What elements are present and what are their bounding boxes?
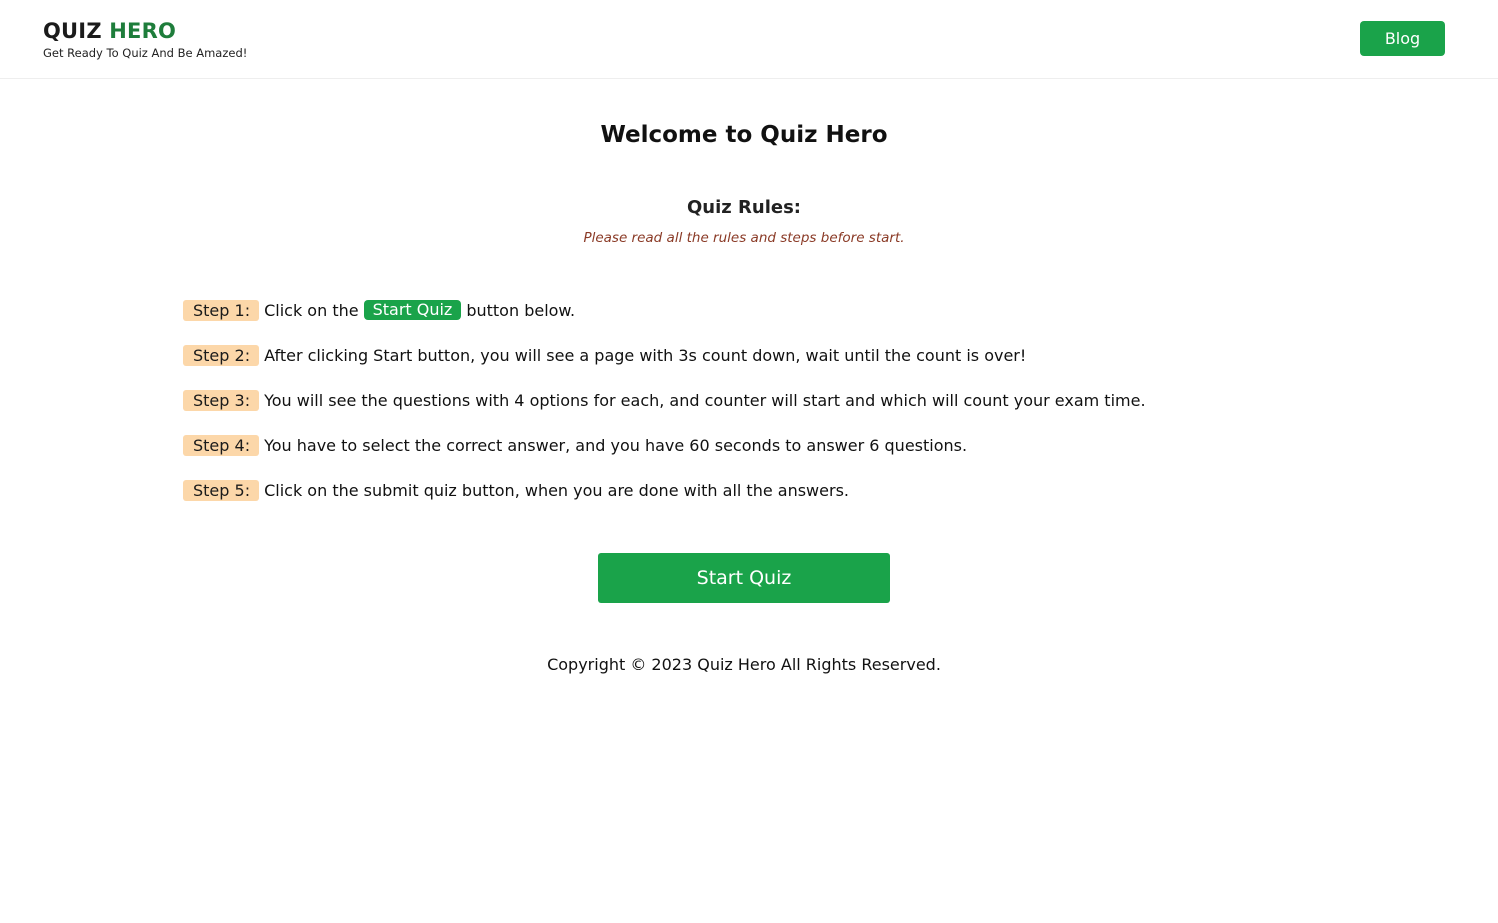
step-text: After clicking Start button, you will se… xyxy=(264,345,1027,365)
brand-tagline: Get Ready To Quiz And Be Amazed! xyxy=(43,46,248,60)
rules-title: Quiz Rules: xyxy=(687,197,801,218)
step-badge: Step 5: xyxy=(183,479,260,501)
step-badge: Step 2: xyxy=(183,344,260,366)
welcome-heading: Welcome to Quiz Hero xyxy=(600,122,888,148)
step-badge: Step 3: xyxy=(183,389,260,411)
step-text: button below. xyxy=(466,300,576,320)
step-text: Click on the xyxy=(264,300,359,320)
rules-note: Please read all the rules and steps befo… xyxy=(583,230,905,246)
step-5: Step 5: Click on the submit quiz button,… xyxy=(183,479,1333,501)
blog-button[interactable]: Blog xyxy=(1360,21,1445,56)
step-3: Step 3: You will see the questions with … xyxy=(183,389,1333,411)
start-quiz-pill: Start Quiz xyxy=(363,300,462,320)
step-4: Step 4: You have to select the correct a… xyxy=(183,434,1333,456)
top-header: QUIZ HERO Get Ready To Quiz And Be Amaze… xyxy=(0,0,1498,79)
step-badge: Step 1: xyxy=(183,299,260,321)
step-1: Step 1: Click on the Start Quiz button b… xyxy=(183,299,1333,321)
footer-copyright: Copyright © 2023 Quiz Hero All Rights Re… xyxy=(547,655,941,674)
brand-title-part1: QUIZ xyxy=(43,19,102,43)
brand[interactable]: QUIZ HERO Get Ready To Quiz And Be Amaze… xyxy=(43,18,247,61)
step-text: You have to select the correct answer, a… xyxy=(264,435,968,455)
brand-title: QUIZ HERO xyxy=(43,18,247,44)
step-2: Step 2: After clicking Start button, you… xyxy=(183,344,1333,366)
step-text: You will see the questions with 4 option… xyxy=(264,390,1146,410)
steps-list: Step 1: Click on the Start Quiz button b… xyxy=(183,299,1333,524)
step-text: Click on the submit quiz button, when yo… xyxy=(264,480,849,500)
brand-title-part2: HERO xyxy=(109,19,177,43)
step-badge: Step 4: xyxy=(183,434,260,456)
start-quiz-button[interactable]: Start Quiz xyxy=(598,553,890,603)
